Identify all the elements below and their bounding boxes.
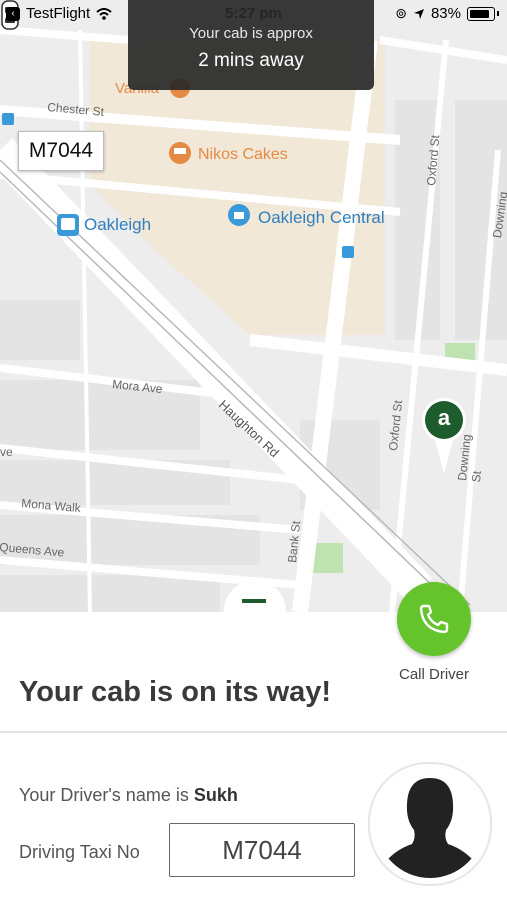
location-arrow-icon (413, 8, 424, 19)
avatar-background (376, 770, 484, 878)
phone-icon (419, 604, 449, 634)
driver-name-line: Your Driver's name is Sukh (19, 785, 238, 806)
driver-name-prefix: Your Driver's name is (19, 785, 194, 805)
driver-avatar[interactable] (368, 762, 492, 886)
drag-handle-bar (242, 599, 266, 603)
battery-percent: 83% (430, 5, 461, 22)
eta-toast: Your cab is approx 2 mins away (128, 0, 374, 90)
destination-marker[interactable]: a (417, 396, 471, 476)
taxi-number-value: M7044 (169, 823, 355, 877)
eta-toast-line1: Your cab is approx (189, 25, 313, 42)
panel-divider (0, 731, 507, 733)
map-view[interactable]: Vanilla Nikos Cakes Oakleigh Oakleigh Ce… (0, 0, 507, 612)
poi-label-oakleigh-central: Oakleigh Central (258, 208, 385, 227)
map-canvas (0, 26, 507, 612)
driver-name: Sukh (193, 785, 238, 805)
call-driver-label[interactable]: Call Driver (388, 666, 480, 683)
rotation-lock-icon: ⊚ (395, 5, 407, 21)
street-label-ave-fragment: ve (0, 445, 13, 459)
battery-tip (497, 11, 499, 16)
taxi-callout[interactable]: M7044 (18, 131, 104, 171)
trip-status-title: Your cab is on its way! (19, 676, 332, 708)
destination-marker-letter: a (437, 405, 451, 430)
poi-label-nikos-cakes: Nikos Cakes (198, 146, 288, 163)
eta-toast-line2: 2 mins away (198, 50, 304, 71)
person-silhouette-icon (376, 770, 484, 878)
call-driver-button[interactable] (397, 582, 471, 656)
panel-drag-handle[interactable] (224, 580, 286, 642)
taxi-number-label: Driving Taxi No (19, 842, 140, 862)
battery-icon (467, 6, 495, 21)
poi-label-oakleigh: Oakleigh (84, 215, 152, 234)
